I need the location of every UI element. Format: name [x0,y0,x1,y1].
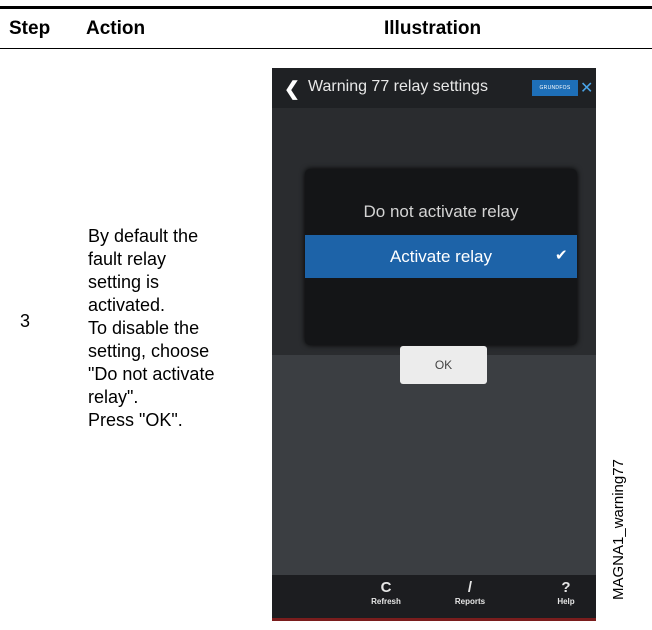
help-icon: ? [561,579,571,596]
phone-screenshot: ❮ Warning 77 relay settings GRUNDFOS ✕ D… [272,68,596,621]
toolbar-reports-button[interactable]: / Reports [440,579,500,606]
option-activate-relay[interactable]: Activate relay [305,247,577,267]
action-description: By default the fault relay setting is ac… [78,225,256,432]
figure-id-label: MAGNA1_warning77 [610,459,627,600]
ok-button[interactable]: OK [400,346,487,384]
action-line: setting, choose [88,341,210,361]
reports-icon: / [467,579,473,596]
action-line: To disable the [88,318,200,338]
header-rule [0,48,652,49]
grundfos-logo: GRUNDFOS [532,80,578,96]
action-line: setting is [88,272,160,292]
action-line: "Do not activate [88,364,215,384]
step-number: 3 [20,311,31,331]
toolbar-refresh-button[interactable]: C Refresh [356,579,416,606]
settings-panel: Do not activate relay Activate relay ✔ [272,108,596,355]
action-line: fault relay [88,249,167,269]
action-line: By default the [88,226,199,246]
refresh-icon: C [380,579,392,596]
header-illustration: Illustration [384,18,482,39]
action-line: relay". [88,387,139,407]
check-icon: ✔ [555,247,568,264]
option-activate-relay-row[interactable]: Activate relay ✔ [305,235,577,278]
screen-title: Warning 77 relay settings [308,78,488,95]
action-line: activated. [88,295,166,315]
relay-option-picker[interactable]: Do not activate relay Activate relay ✔ [305,169,577,345]
close-icon[interactable]: ✕ [580,78,593,98]
table-top-rule [0,6,652,9]
chevron-left-icon[interactable]: ❮ [284,78,300,101]
toolbar-label: Help [557,597,575,606]
action-line: Press "OK". [88,410,183,430]
option-do-not-activate-relay[interactable]: Do not activate relay [305,202,577,222]
header-action: Action [86,18,146,39]
toolbar-help-button[interactable]: ? Help [536,579,596,606]
toolbar-label: Refresh [371,597,401,606]
header-step: Step [9,18,51,39]
title-bar: ❮ Warning 77 relay settings GRUNDFOS ✕ [272,68,596,108]
toolbar-label: Reports [454,597,486,606]
bottom-toolbar: C Refresh / Reports ? Help [272,575,596,621]
